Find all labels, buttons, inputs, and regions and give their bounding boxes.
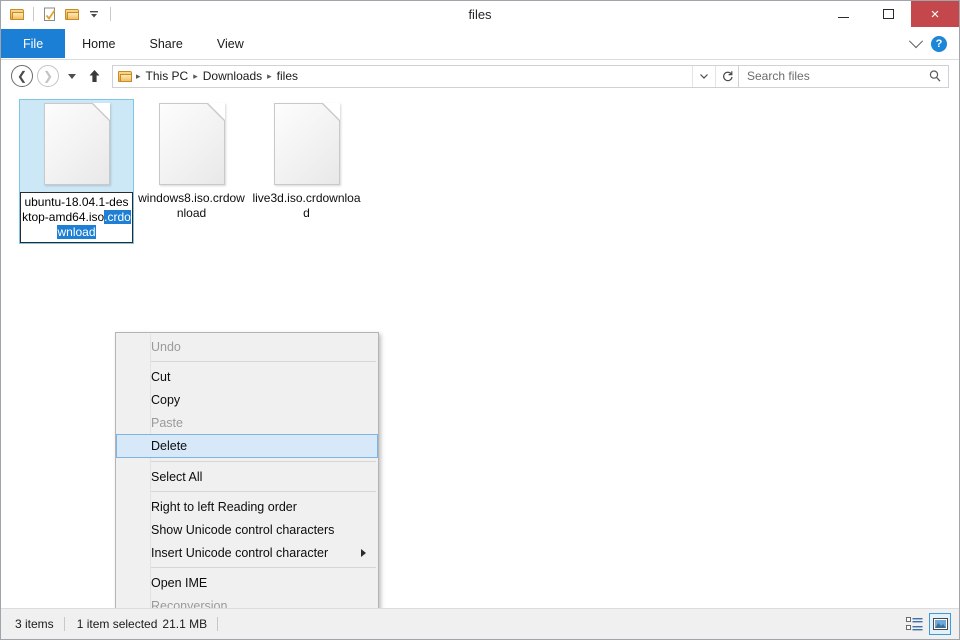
chevron-down-icon [699,71,709,81]
recent-locations-button[interactable] [63,65,81,87]
submenu-arrow-icon [361,549,366,557]
qat-divider-2 [110,7,111,21]
up-button[interactable] [83,65,105,87]
details-view-icon [906,617,923,631]
minimize-button[interactable] [821,1,866,27]
large-icons-view-button[interactable] [929,613,951,635]
menu-item-insert-unicode-control-character[interactable]: Insert Unicode control character [116,541,378,564]
menu-item-copy[interactable]: Copy [116,388,378,411]
properties-icon[interactable] [41,5,59,23]
file-icon [274,103,340,185]
explorer-window: files × File Home Share View ? ❮ ❯ [0,0,960,640]
title-bar: files × [1,1,959,29]
close-icon: × [931,7,940,22]
status-divider [64,617,65,631]
menu-item-label: Select All [151,470,202,484]
forward-button[interactable]: ❯ [37,65,59,87]
expand-ribbon-chevron-icon[interactable] [909,34,923,48]
tab-file[interactable]: File [1,29,65,58]
maximize-button[interactable] [866,1,911,27]
address-dropdown-button[interactable] [692,66,715,87]
details-view-button[interactable] [903,613,925,635]
menu-item-select-all[interactable]: Select All [116,465,378,488]
menu-item-label: Right to left Reading order [151,500,297,514]
menu-item-undo[interactable]: Undo [116,335,378,358]
file-grid: ubuntu-18.04.1-desktop-amd64.iso.crdownl… [1,93,959,244]
breadcrumb-item-downloads[interactable]: Downloads [199,69,266,83]
file-icon [44,103,110,185]
breadcrumb-item-files[interactable]: files [273,69,302,83]
tab-home[interactable]: Home [65,29,132,58]
file-name-label: live3d.iso.crdownload [251,191,363,221]
search-placeholder: Search files [747,69,928,83]
file-icon [159,103,225,185]
back-button[interactable]: ❮ [11,65,33,87]
quick-access-toolbar [1,1,114,27]
menu-item-label: Open IME [151,576,207,590]
search-icon [928,69,942,83]
folder-icon[interactable] [8,5,26,23]
file-item-windows8[interactable]: windows8.iso.crdownload [134,99,249,221]
rename-input[interactable]: ubuntu-18.04.1-desktop-amd64.iso.crdownl… [20,192,133,243]
file-list-pane[interactable]: ubuntu-18.04.1-desktop-amd64.iso.crdownl… [1,93,959,608]
menu-separator [151,461,376,462]
view-mode-buttons [903,613,951,635]
back-arrow-icon: ❮ [17,70,27,82]
close-button[interactable]: × [911,1,959,27]
selection-label: 1 item selected [77,617,163,631]
large-icons-view-icon [932,617,949,631]
menu-item-label: Copy [151,393,180,407]
menu-item-label: Undo [151,340,181,354]
ribbon-tabs: File Home Share View ? [1,29,959,60]
customize-chevron-icon[interactable] [85,5,103,23]
status-bar: 3 items 1 item selected 21.1 MB [1,608,959,639]
caption-buttons: × [821,1,959,27]
forward-arrow-icon: ❯ [43,70,53,82]
menu-item-open-ime[interactable]: Open IME [116,571,378,594]
breadcrumb-folder-icon [118,70,135,83]
qat-divider [33,7,34,21]
menu-item-label: Delete [151,439,187,453]
context-menu[interactable]: Undo Cut Copy Paste Delete Select All Ri… [115,332,379,608]
selection-size-label: 21.1 MB [162,617,217,631]
chevron-down-icon [68,74,76,79]
up-arrow-icon [88,69,101,83]
address-bar-buttons [692,66,738,87]
menu-separator [151,491,376,492]
file-item-ubuntu[interactable]: ubuntu-18.04.1-desktop-amd64.iso.crdownl… [19,99,134,244]
refresh-button[interactable] [715,66,738,87]
menu-item-label: Reconversion [151,599,227,609]
file-item-live3d[interactable]: live3d.iso.crdownload [249,99,364,221]
file-name-label: windows8.iso.crdownload [136,191,248,221]
tab-share[interactable]: Share [133,29,200,58]
menu-item-show-unicode-control-characters[interactable]: Show Unicode control characters [116,518,378,541]
ribbon-right-controls: ? [911,29,959,59]
menu-item-label: Paste [151,416,183,430]
search-input[interactable]: Search files [739,65,949,88]
window-title: files [1,7,959,22]
menu-item-label: Insert Unicode control character [151,546,328,560]
address-bar: ❮ ❯ ▸ This PC ▸ Downloads ▸ files [1,60,959,93]
menu-item-delete[interactable]: Delete [116,434,378,458]
menu-item-right-to-left-reading-order[interactable]: Right to left Reading order [116,495,378,518]
new-folder-icon[interactable] [63,5,81,23]
breadcrumb[interactable]: ▸ This PC ▸ Downloads ▸ files [112,65,739,88]
breadcrumb-item-this-pc[interactable]: This PC [142,69,193,83]
status-divider-2 [217,617,218,631]
menu-item-label: Show Unicode control characters [151,523,334,537]
item-count-label: 3 items [15,617,64,631]
menu-item-reconversion[interactable]: Reconversion [116,594,378,608]
refresh-icon [721,70,734,83]
menu-separator [151,361,376,362]
menu-item-cut[interactable]: Cut [116,365,378,388]
help-icon[interactable]: ? [931,36,947,52]
tab-view[interactable]: View [200,29,261,58]
menu-item-label: Cut [151,370,170,384]
menu-item-paste[interactable]: Paste [116,411,378,434]
menu-separator [151,567,376,568]
